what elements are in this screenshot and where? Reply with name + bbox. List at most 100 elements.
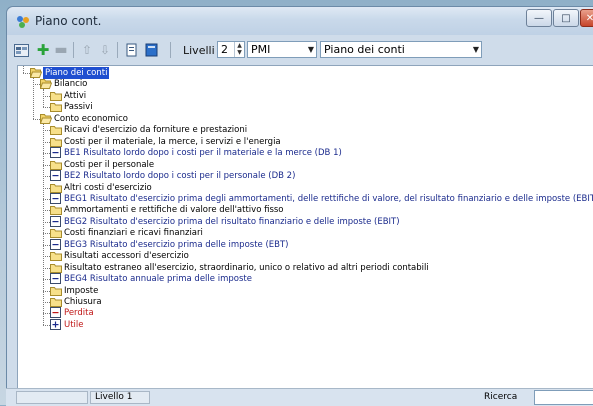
title-bar[interactable]: Piano cont. — □ ✕	[7, 7, 593, 35]
scheme-value: PMI	[251, 43, 271, 56]
folder-open-icon	[29, 67, 43, 78]
levels-value: 2	[221, 43, 228, 56]
tree-connector	[43, 89, 44, 108]
toolbar-separator	[170, 42, 171, 58]
tree-node-label: Passivi	[64, 102, 93, 113]
search-label: Ricerca	[484, 392, 518, 402]
result-minus-icon	[50, 192, 62, 204]
minimize-button[interactable]: —	[526, 9, 552, 27]
tree-connector	[43, 187, 50, 189]
tree-node-label: Chiusura	[64, 297, 102, 307]
tree-connector	[43, 141, 50, 143]
tree-node-label: Altri costi d'esercizio	[64, 182, 152, 193]
tree-connector	[43, 313, 50, 315]
folder-icon	[50, 296, 62, 307]
folder-icon	[50, 159, 62, 170]
result-minus-icon	[50, 170, 62, 182]
tree-node-label: Bilancio	[54, 79, 88, 90]
window-title: Piano cont.	[35, 14, 102, 28]
folder-icon	[50, 124, 62, 136]
folder-icon	[50, 227, 62, 239]
tree-connector	[33, 118, 40, 120]
book-icon[interactable]	[143, 42, 159, 58]
document-icon[interactable]	[124, 42, 140, 58]
maximize-button[interactable]: □	[553, 9, 579, 27]
close-button[interactable]: ✕	[580, 9, 593, 27]
tree-node-label: BEG1 Risultato d'esercizio prima degli a…	[64, 193, 593, 204]
folder-open-icon	[39, 78, 53, 90]
tree-connector	[43, 123, 44, 325]
tree-connector	[43, 324, 50, 326]
move-down-icon[interactable]: ⇩	[97, 42, 113, 58]
folder-icon	[50, 262, 62, 273]
result-minus-icon	[50, 273, 62, 285]
result-minus-icon	[50, 238, 62, 250]
folder-icon	[50, 136, 62, 147]
folder-icon	[50, 285, 62, 296]
tree-node-label: BEG3 Risultato d'esercizio prima delle i…	[64, 239, 289, 250]
remove-icon[interactable]: ▬	[53, 42, 69, 58]
tree-connector	[43, 302, 50, 303]
tree-node-label: BEG4 Risultato annuale prima delle impos…	[64, 274, 252, 285]
tree-connector	[23, 73, 30, 74]
scheme-select[interactable]: PMI ▼	[247, 41, 317, 58]
view-value: Piano dei conti	[324, 43, 405, 56]
tree-connector	[43, 130, 50, 132]
folder-icon	[50, 250, 62, 262]
account-tree[interactable]: Piano dei conti Bilancio Attivi Passivi Cont…	[17, 65, 593, 391]
tree-node-label: Perdita	[64, 308, 94, 319]
tree-node-label: Risultato estraneo all'esercizio, straor…	[64, 262, 429, 273]
tree-node-label: Attivi	[64, 90, 87, 101]
tree-connector	[43, 164, 50, 166]
tree-node-label: BE1 Risultato lordo dopo i costi per il …	[64, 148, 342, 159]
main-window: Piano cont. — □ ✕ ✚ ▬ ⇧ ⇩ Livelli 2 ▲ ▼ P…	[6, 6, 593, 405]
toolbar-separator	[117, 42, 118, 58]
tree-connector	[43, 210, 50, 212]
tree-node-label: Imposte	[64, 285, 99, 296]
tree-connector	[43, 153, 50, 155]
folder-open-icon	[39, 113, 53, 124]
grid-view-icon[interactable]	[13, 42, 29, 58]
levels-label: Livelli	[183, 44, 215, 57]
tree-connector	[43, 267, 50, 269]
result-plus-icon	[50, 318, 62, 330]
tree-node-label: Costi per il materiale, la merce, i serv…	[64, 136, 281, 147]
tree-node-label: Ricavi d'esercizio da forniture e presta…	[64, 125, 248, 136]
maximize-icon: □	[561, 12, 571, 24]
spinner-arrows-icon[interactable]: ▲ ▼	[234, 42, 244, 57]
tree-connector	[43, 279, 50, 281]
levels-spinner[interactable]: 2 ▲ ▼	[217, 41, 245, 58]
add-icon[interactable]: ✚	[35, 41, 51, 59]
tree-node-label: Ammortamenti e rettifiche di valore dell…	[64, 205, 284, 216]
tree-connector	[43, 233, 50, 235]
chevron-down-icon: ▼	[472, 45, 479, 54]
tree-node-label: Conto economico	[54, 113, 128, 124]
tree-connector	[43, 107, 50, 109]
move-up-icon[interactable]: ⇧	[79, 42, 95, 58]
tree-node-label: Costi finanziari e ricavi finanziari	[64, 228, 203, 239]
chevron-down-icon: ▼	[307, 45, 314, 54]
close-icon: ✕	[585, 12, 593, 24]
tree-node-label: BE2 Risultato lordo dopo i costi per il …	[64, 171, 296, 182]
folder-icon	[50, 101, 62, 113]
result-minus-icon	[50, 147, 62, 159]
minimize-icon: —	[534, 12, 544, 24]
folder-icon	[50, 90, 62, 101]
tree-node-label: Costi per il personale	[64, 159, 155, 170]
tree-connector	[23, 66, 24, 73]
result-minus-red-icon	[50, 307, 62, 319]
tree-node-label: BEG2 Risultato d'esercizio prima del ris…	[64, 216, 400, 227]
tree-node-label: Risultati accessori d'esercizio	[64, 251, 189, 262]
tree-node-label: Piano dei conti	[43, 67, 110, 79]
search-input[interactable]	[534, 390, 593, 405]
result-minus-icon	[50, 215, 62, 227]
toolbar-separator	[73, 42, 74, 58]
tree-connector	[33, 84, 40, 86]
tree-connector	[43, 244, 50, 246]
status-panel-left	[16, 391, 88, 404]
view-select[interactable]: Piano dei conti ▼	[320, 41, 482, 58]
tree-connector	[43, 95, 50, 97]
app-icon	[17, 16, 29, 28]
toolbar: ✚ ▬ ⇧ ⇩ Livelli 2 ▲ ▼ PMI ▼ Piano dei con…	[11, 39, 593, 61]
tree-connector	[43, 198, 50, 200]
